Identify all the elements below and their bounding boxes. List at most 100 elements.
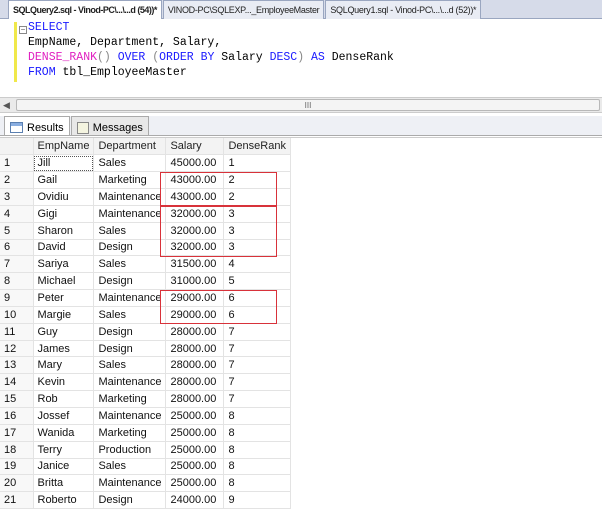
- row-number[interactable]: 11: [0, 323, 34, 341]
- row-number[interactable]: 3: [0, 188, 34, 206]
- table-cell[interactable]: Wanida: [33, 424, 95, 442]
- column-header[interactable]: DenseRank: [223, 138, 291, 156]
- row-number[interactable]: 13: [0, 356, 34, 375]
- table-cell[interactable]: 7: [223, 356, 291, 375]
- table-cell[interactable]: 28000.00: [165, 390, 225, 408]
- table-cell[interactable]: Janice: [33, 458, 95, 476]
- row-number[interactable]: 1: [0, 154, 34, 173]
- table-cell[interactable]: Jill: [33, 154, 95, 173]
- table-cell[interactable]: 7: [223, 340, 291, 358]
- row-number[interactable]: 17: [0, 424, 34, 442]
- row-number[interactable]: 4: [0, 205, 34, 223]
- table-cell[interactable]: Sharon: [33, 222, 95, 240]
- table-cell[interactable]: 31000.00: [165, 272, 225, 291]
- table-cell[interactable]: Britta: [33, 474, 95, 493]
- table-cell[interactable]: Design: [93, 340, 167, 358]
- table-row[interactable]: 7 Sariya Sales 31500.00 4: [0, 255, 291, 274]
- table-cell[interactable]: 7: [223, 323, 291, 341]
- row-number[interactable]: 16: [0, 407, 34, 425]
- row-number[interactable]: 14: [0, 373, 34, 392]
- table-cell[interactable]: 8: [223, 407, 291, 425]
- table-row[interactable]: 21 Roberto Design 24000.00 9: [0, 491, 291, 509]
- table-cell[interactable]: Maintenance: [93, 289, 167, 307]
- table-cell[interactable]: Design: [93, 491, 167, 509]
- row-number[interactable]: 19: [0, 458, 34, 476]
- table-cell[interactable]: 25000.00: [165, 407, 225, 425]
- table-cell[interactable]: Maintenance: [93, 373, 167, 392]
- row-number[interactable]: 18: [0, 441, 34, 459]
- table-cell[interactable]: 28000.00: [165, 373, 225, 392]
- table-cell[interactable]: 28000.00: [165, 323, 225, 341]
- table-cell[interactable]: Terry: [33, 441, 95, 459]
- table-cell[interactable]: Roberto: [33, 491, 95, 509]
- table-cell[interactable]: Design: [93, 323, 167, 341]
- tab-messages[interactable]: Messages: [70, 116, 149, 135]
- scroll-thumb[interactable]: III: [16, 99, 600, 111]
- column-header[interactable]: Salary: [165, 138, 225, 156]
- table-row[interactable]: 11 Guy Design 28000.00 7: [0, 323, 291, 341]
- row-number[interactable]: 5: [0, 222, 34, 240]
- table-cell[interactable]: Marketing: [93, 171, 167, 190]
- table-cell[interactable]: Margie: [33, 306, 95, 324]
- table-cell[interactable]: Maintenance: [93, 474, 167, 493]
- tab-results[interactable]: Results: [4, 116, 70, 135]
- table-cell[interactable]: Sales: [93, 255, 167, 274]
- table-cell[interactable]: Kevin: [33, 373, 95, 392]
- row-number[interactable]: 6: [0, 239, 34, 257]
- table-row[interactable]: 20 Britta Maintenance 25000.00 8: [0, 474, 291, 493]
- table-cell[interactable]: Peter: [33, 289, 95, 307]
- table-cell[interactable]: Sales: [93, 356, 167, 375]
- table-cell[interactable]: Sales: [93, 222, 167, 240]
- table-cell[interactable]: Gigi: [33, 205, 95, 223]
- table-cell[interactable]: Michael: [33, 272, 95, 291]
- table-cell[interactable]: 1: [223, 154, 291, 173]
- row-number[interactable]: 9: [0, 289, 34, 307]
- row-number[interactable]: 7: [0, 255, 34, 274]
- table-row[interactable]: 17 Wanida Marketing 25000.00 8: [0, 424, 291, 442]
- table-cell[interactable]: 28000.00: [165, 356, 225, 375]
- collapse-icon[interactable]: −: [19, 26, 27, 34]
- table-cell[interactable]: James: [33, 340, 95, 358]
- table-cell[interactable]: 28000.00: [165, 340, 225, 358]
- table-cell[interactable]: Mary: [33, 356, 95, 375]
- table-cell[interactable]: Marketing: [93, 424, 167, 442]
- table-row[interactable]: 18 Terry Production 25000.00 8: [0, 441, 291, 459]
- column-header[interactable]: EmpName: [33, 138, 95, 156]
- table-cell[interactable]: Marketing: [93, 390, 167, 408]
- table-cell[interactable]: Maintenance: [93, 205, 167, 223]
- row-number[interactable]: 10: [0, 306, 34, 324]
- table-cell[interactable]: 7: [223, 390, 291, 408]
- horizontal-scrollbar[interactable]: ◀ III: [0, 97, 602, 113]
- scroll-left-icon[interactable]: ◀: [3, 100, 10, 111]
- column-header[interactable]: Department: [93, 138, 167, 156]
- table-row[interactable]: 12 James Design 28000.00 7: [0, 340, 291, 358]
- table-cell[interactable]: Maintenance: [93, 407, 167, 425]
- tab-employeemaster[interactable]: VINOD-PC\SQLEXP..._EmployeeMaster: [162, 0, 325, 19]
- table-cell[interactable]: 31500.00: [165, 255, 225, 274]
- table-cell[interactable]: Production: [93, 441, 167, 459]
- table-row[interactable]: 19 Janice Sales 25000.00 8: [0, 458, 291, 476]
- table-cell[interactable]: Guy: [33, 323, 95, 341]
- table-cell[interactable]: Design: [93, 272, 167, 291]
- table-row[interactable]: 16 Jossef Maintenance 25000.00 8: [0, 407, 291, 425]
- column-header[interactable]: [0, 138, 34, 156]
- table-cell[interactable]: 8: [223, 474, 291, 493]
- table-cell[interactable]: 25000.00: [165, 458, 225, 476]
- row-number[interactable]: 12: [0, 340, 34, 358]
- table-cell[interactable]: Sales: [93, 306, 167, 324]
- table-row[interactable]: 13 Mary Sales 28000.00 7: [0, 356, 291, 375]
- results-grid[interactable]: EmpName Department Salary DenseRank 1 Jill Sa…: [0, 137, 602, 509]
- table-cell[interactable]: Design: [93, 239, 167, 257]
- table-cell[interactable]: 5: [223, 272, 291, 291]
- table-row[interactable]: 1 Jill Sales 45000.00 1: [0, 154, 291, 173]
- table-cell[interactable]: 8: [223, 424, 291, 442]
- table-cell[interactable]: 25000.00: [165, 424, 225, 442]
- table-cell[interactable]: 9: [223, 491, 291, 509]
- table-cell[interactable]: 25000.00: [165, 441, 225, 459]
- table-cell[interactable]: Gail: [33, 171, 95, 190]
- table-cell[interactable]: 25000.00: [165, 474, 225, 493]
- table-cell[interactable]: 45000.00: [165, 154, 225, 173]
- query-editor[interactable]: − SELECT EmpName, Department, Salary, DE…: [0, 19, 602, 97]
- tab-sqlquery1[interactable]: SQLQuery1.sql - Vinod-PC\...\...d (52))*: [325, 0, 482, 19]
- tab-sqlquery2[interactable]: SQLQuery2.sql - Vinod-PC\...\...d (54))*: [8, 0, 162, 20]
